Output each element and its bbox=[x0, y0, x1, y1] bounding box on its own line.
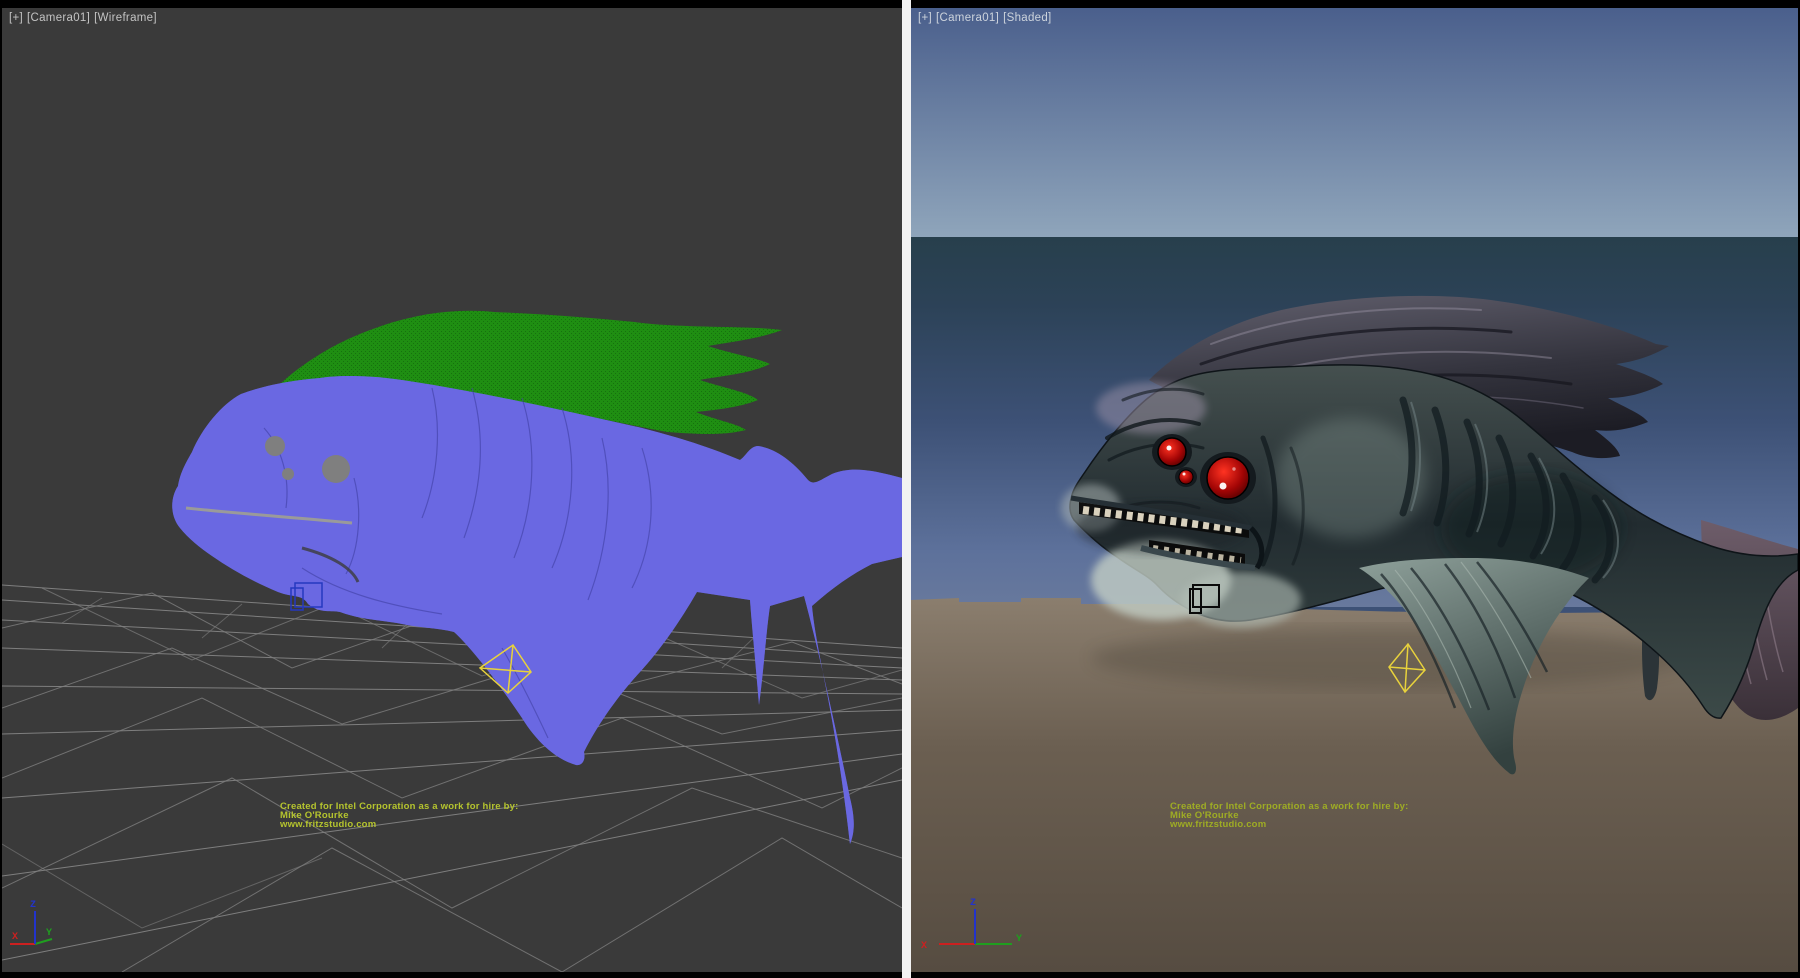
axis-y-label: Y bbox=[46, 928, 52, 939]
eye-medium bbox=[1158, 438, 1186, 466]
fish-body-wireframe[interactable] bbox=[172, 376, 902, 844]
svg-text:www.fritzstudio.com: www.fritzstudio.com bbox=[1169, 819, 1266, 830]
viewport-general-menu[interactable]: [+] bbox=[9, 12, 23, 24]
viewport-pov-menu[interactable]: [Camera01] bbox=[936, 12, 999, 24]
axis-z-label: Z bbox=[970, 898, 976, 909]
svg-text:www.fritzstudio.com: www.fritzstudio.com bbox=[279, 819, 376, 830]
fish-shadow bbox=[1091, 628, 1691, 688]
shaded-scene-canvas[interactable]: Created for Intel Corporation as a work … bbox=[911, 8, 1798, 972]
viewport-shading-menu[interactable]: [Wireframe] bbox=[94, 12, 157, 24]
eye-large bbox=[1207, 457, 1249, 499]
ground-grid-wireframe bbox=[2, 585, 902, 972]
scene-watermark: Created for Intel Corporation as a work … bbox=[279, 801, 518, 830]
axis-y-label: Y bbox=[1016, 934, 1022, 945]
viewport-shading-menu[interactable]: [Shaded] bbox=[1003, 12, 1051, 24]
world-axis-tripod: X Y Z bbox=[10, 900, 52, 944]
viewport-label-left: [+] [Camera01] [Wireframe] bbox=[9, 12, 157, 24]
wireframe-scene-canvas[interactable]: Created for Intel Corporation as a work … bbox=[2, 8, 902, 972]
axis-x-label: X bbox=[921, 941, 927, 952]
viewport-wireframe[interactable]: Created for Intel Corporation as a work … bbox=[2, 8, 902, 972]
eye-small bbox=[1179, 470, 1193, 484]
axis-x-label: X bbox=[12, 932, 18, 943]
viewport-pov-menu[interactable]: [Camera01] bbox=[27, 12, 90, 24]
viewport-splitter[interactable] bbox=[902, 0, 911, 978]
axis-z-label: Z bbox=[30, 900, 36, 911]
viewport-shaded[interactable]: Created for Intel Corporation as a work … bbox=[911, 8, 1798, 972]
viewport-label-right: [+] [Camera01] [Shaded] bbox=[918, 12, 1052, 24]
viewport-general-menu[interactable]: [+] bbox=[918, 12, 932, 24]
sky-gradient bbox=[911, 8, 1798, 237]
dual-viewport-stage: Created for Intel Corporation as a work … bbox=[0, 0, 1800, 978]
